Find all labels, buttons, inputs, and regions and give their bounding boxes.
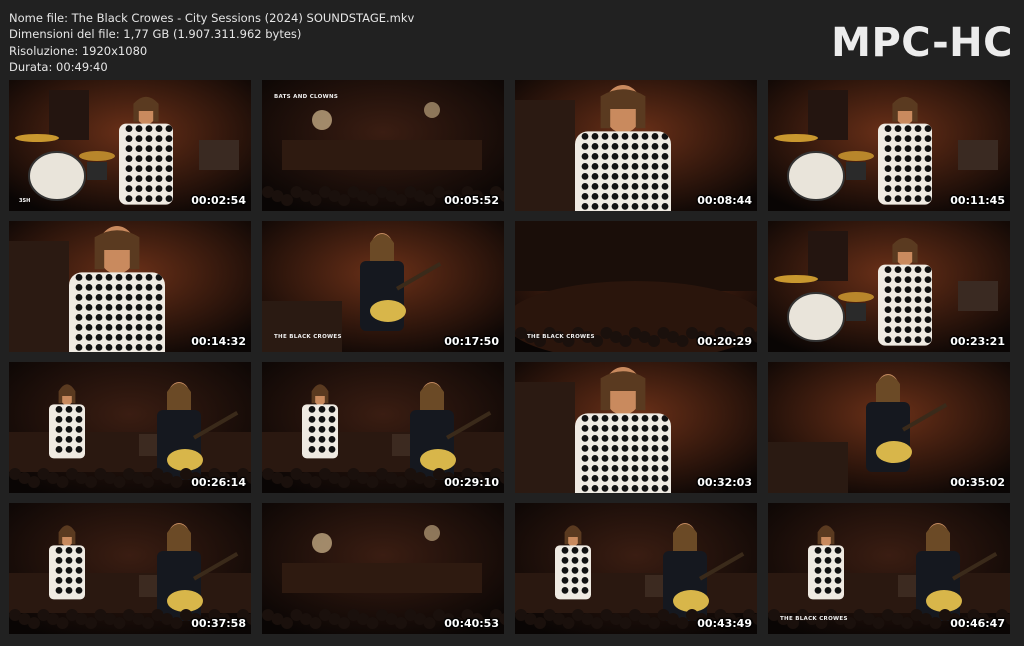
video-caption: BATS AND CLOWNS [274, 94, 339, 100]
thumbnail: THE BLACK CROWES 00:20:29 [515, 221, 757, 352]
duration-line: Durata: 00:49:40 [9, 60, 108, 75]
timestamp: 00:17:50 [444, 335, 499, 348]
timestamp: 00:14:32 [191, 335, 246, 348]
thumbnail: 00:29:10 [262, 362, 504, 493]
thumbnail-grid: 3SH 00:02:54 BATS AND CLOWNS 00:05:52 00:0… [9, 80, 1015, 634]
timestamp: 00:20:29 [697, 335, 752, 348]
video-caption: THE BLACK CROWES [780, 616, 848, 622]
video-frame [262, 362, 504, 493]
timestamp: 00:26:14 [191, 476, 246, 489]
thumbnail: THE BLACK CROWES 00:46:47 [768, 503, 1010, 634]
timestamp: 00:40:53 [444, 617, 499, 630]
timestamp: 00:11:45 [950, 194, 1005, 207]
video-frame [9, 80, 251, 211]
thumbnail: 00:08:44 [515, 80, 757, 211]
mpc-hc-thumbnail-sheet: Nome file: The Black Crowes - City Sessi… [0, 0, 1024, 646]
video-frame [262, 503, 504, 634]
thumbnail: THE BLACK CROWES 00:17:50 [262, 221, 504, 352]
channel-badge: 3SH [19, 198, 31, 204]
video-frame [515, 80, 757, 211]
video-frame [515, 221, 757, 352]
file-name-line: Nome file: The Black Crowes - City Sessi… [9, 11, 415, 25]
video-caption: THE BLACK CROWES [274, 334, 342, 340]
thumbnail: 00:26:14 [9, 362, 251, 493]
timestamp: 00:23:21 [950, 335, 1005, 348]
resolution-line: Risoluzione: 1920x1080 [9, 43, 148, 58]
video-frame [9, 503, 251, 634]
video-frame [9, 221, 251, 352]
thumbnail: 00:37:58 [9, 503, 251, 634]
timestamp: 00:43:49 [697, 617, 752, 630]
timestamp: 00:08:44 [697, 194, 752, 207]
timestamp: 00:02:54 [191, 194, 246, 207]
timestamp: 00:46:47 [950, 617, 1005, 630]
file-size-line: Dimensioni del file: 1,77 GB (1.907.311.… [9, 27, 302, 42]
thumbnail: BATS AND CLOWNS 00:05:52 [262, 80, 504, 211]
video-frame [515, 503, 757, 634]
video-frame [768, 362, 1010, 493]
video-frame [9, 362, 251, 493]
thumbnail: 00:35:02 [768, 362, 1010, 493]
mpc-hc-logo: MPC-HC [831, 20, 1013, 66]
thumbnail: 00:40:53 [262, 503, 504, 634]
video-frame [515, 362, 757, 493]
thumbnail: 00:43:49 [515, 503, 757, 634]
timestamp: 00:05:52 [444, 194, 499, 207]
file-info: Nome file: The Black Crowes - City Sessi… [9, 10, 414, 76]
video-caption: THE BLACK CROWES [527, 334, 595, 340]
thumbnail: 00:11:45 [768, 80, 1010, 211]
video-frame [768, 221, 1010, 352]
timestamp: 00:32:03 [697, 476, 752, 489]
timestamp: 00:29:10 [444, 476, 499, 489]
video-frame [262, 221, 504, 352]
thumbnail: 00:14:32 [9, 221, 251, 352]
video-frame [768, 80, 1010, 211]
thumbnail: 3SH 00:02:54 [9, 80, 251, 211]
video-frame [768, 503, 1010, 634]
thumbnail: 00:23:21 [768, 221, 1010, 352]
timestamp: 00:37:58 [191, 617, 246, 630]
timestamp: 00:35:02 [950, 476, 1005, 489]
thumbnail: 00:32:03 [515, 362, 757, 493]
